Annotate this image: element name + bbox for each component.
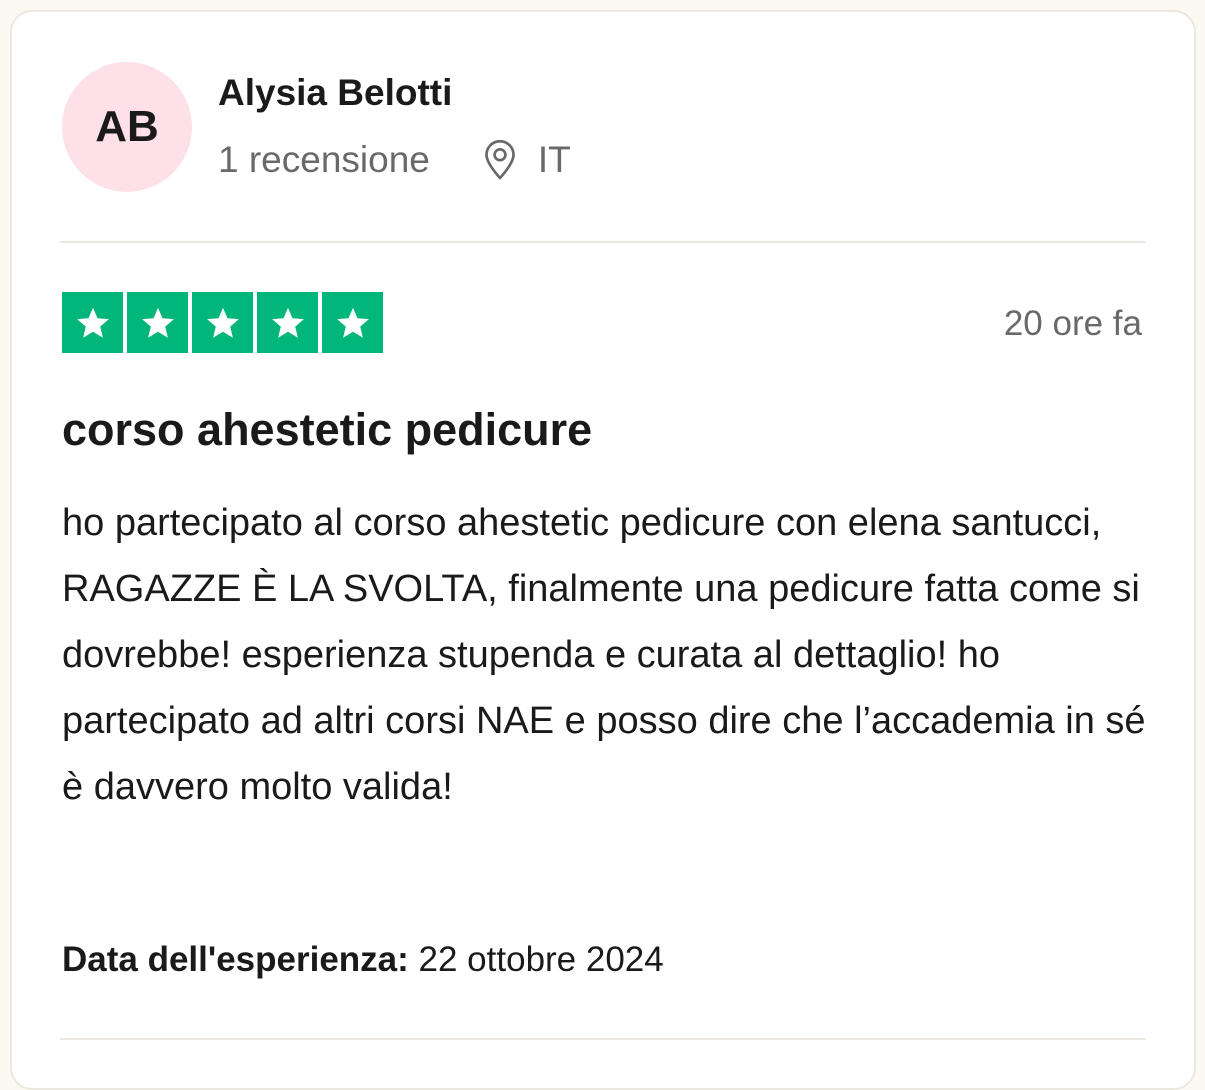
experience-date-value: 22 ottobre 2024 — [418, 940, 664, 979]
location-pin-icon — [480, 138, 520, 182]
avatar[interactable]: AB — [62, 62, 192, 192]
consumer-name[interactable]: Alysia Belotti — [218, 72, 452, 114]
review-card: AB Alysia Belotti 1 recensione IT 20 ore… — [10, 10, 1196, 1090]
experience-date: Data dell'esperienza: 22 ottobre 2024 — [62, 940, 664, 980]
star-icon — [127, 292, 188, 353]
review-time: 20 ore fa — [1003, 304, 1142, 343]
consumer-meta: 1 recensione IT — [218, 136, 571, 184]
star-icon — [257, 292, 318, 353]
review-body: ho partecipato al corso ahestetic pedicu… — [62, 502, 1146, 808]
divider-top — [60, 241, 1146, 243]
consumer-country: IT — [537, 139, 571, 180]
star-rating — [62, 292, 383, 353]
star-icon — [192, 292, 253, 353]
consumer-info: AB Alysia Belotti 1 recensione IT — [60, 60, 1146, 196]
star-icon — [322, 292, 383, 353]
star-icon — [62, 292, 123, 353]
divider-bottom — [60, 1038, 1146, 1040]
experience-date-label: Data dell'esperienza: — [62, 940, 409, 979]
review-title[interactable]: corso ahestetic pedicure — [62, 404, 592, 456]
review-count: 1 recensione — [218, 139, 430, 180]
